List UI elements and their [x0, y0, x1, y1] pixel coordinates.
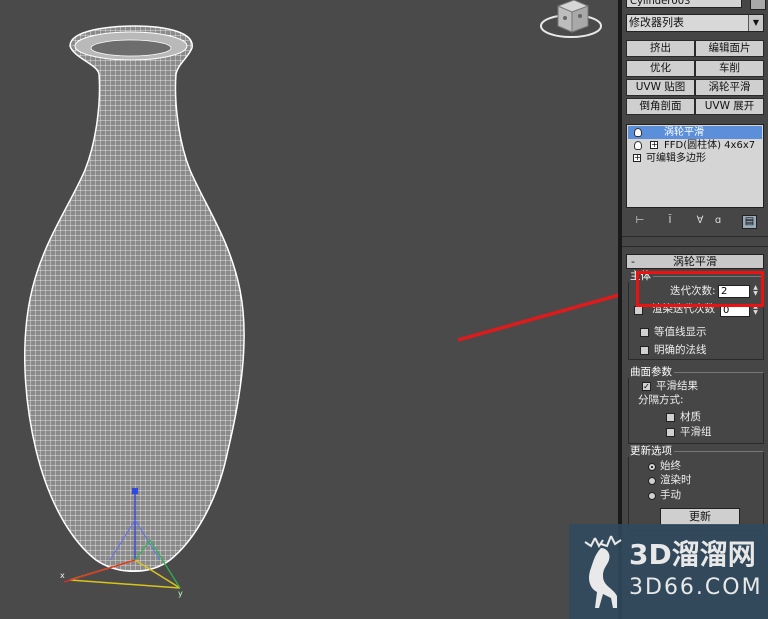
update-when-rendering-radio[interactable] [648, 477, 656, 485]
modifier-list-dropdown[interactable]: 修改器列表 ▼ [626, 14, 764, 32]
explicit-normals-checkbox[interactable] [640, 346, 649, 355]
materials-checkbox[interactable] [666, 413, 675, 422]
materials-label: 材质 [680, 411, 701, 423]
smooth-result-checkbox[interactable]: ✓ [642, 382, 651, 391]
configure-modifier-sets-icon[interactable]: ▤ [742, 215, 757, 229]
viewcube[interactable] [540, 0, 602, 38]
lightbulb-icon[interactable] [634, 141, 642, 150]
update-when-rendering-label: 渲染时 [660, 474, 692, 486]
stack-item-turbosmooth[interactable]: 涡轮平滑 [628, 126, 762, 139]
expand-plus-icon[interactable]: + [650, 141, 658, 149]
stack-item-label: 可编辑多边形 [646, 153, 706, 164]
pin-stack-icon[interactable]: ⊢ [632, 214, 648, 228]
make-unique-icon[interactable]: ∀ [692, 214, 708, 228]
divider [622, 246, 768, 247]
expand-plus-icon[interactable]: + [633, 154, 641, 162]
group-title-update: 更新选项 [628, 445, 674, 457]
update-manually-label: 手动 [660, 489, 681, 501]
explicit-normals-label: 明确的法线 [654, 344, 707, 356]
object-color-swatch[interactable] [750, 0, 766, 10]
update-always-label: 始终 [660, 460, 681, 472]
modifier-button-bevel-profile[interactable]: 倒角剖面 [626, 98, 695, 115]
modifier-button-unwrap-uvw[interactable]: UVW 展开 [695, 98, 764, 115]
group-title-surface: 曲面参数 [628, 366, 674, 378]
red-arrow-annotation [457, 293, 618, 342]
vase-wireframe[interactable]: x y [0, 0, 618, 619]
modifier-button-lathe[interactable]: 车削 [695, 60, 764, 77]
watermark-main-text: 3D溜溜网 [629, 538, 756, 571]
stack-item-ffd[interactable]: + FFD(圆柱体) 4x6x7 [628, 139, 762, 152]
modifier-button-turbosmooth[interactable]: 涡轮平滑 [695, 79, 764, 96]
remove-modifier-icon[interactable]: ɑ [710, 214, 726, 228]
isoline-display-checkbox[interactable] [640, 328, 649, 337]
watermark: 3D溜溜网 3D66.COM [569, 524, 768, 619]
watermark-sub-text: 3D66.COM [629, 575, 763, 600]
viewport-perspective[interactable]: x y [0, 0, 618, 619]
modifier-list-label: 修改器列表 [629, 16, 684, 29]
divider [622, 236, 768, 237]
modifier-button-uvw-map[interactable]: UVW 贴图 [626, 79, 695, 96]
stack-item-label: FFD(圆柱体) 4x6x7 [664, 140, 756, 151]
deer-logo-icon [584, 535, 622, 608]
stack-item-label: 涡轮平滑 [664, 127, 704, 138]
rollout-title: 涡轮平滑 [673, 255, 717, 268]
modifier-button-extrude[interactable]: 挤出 [626, 40, 695, 57]
smoothing-groups-checkbox[interactable] [666, 428, 675, 437]
update-always-radio[interactable] [648, 463, 656, 471]
modifier-stack[interactable]: 涡轮平滑 + FFD(圆柱体) 4x6x7 + 可编辑多边形 [626, 124, 764, 208]
separate-by-label: 分隔方式: [638, 394, 684, 406]
lightbulb-icon[interactable] [634, 128, 642, 137]
chevron-down-icon[interactable]: ▼ [748, 15, 763, 31]
update-manually-radio[interactable] [648, 492, 656, 500]
smooth-result-label: 平滑结果 [656, 380, 698, 392]
render-iters-checkbox[interactable] [634, 306, 643, 315]
object-name-field[interactable]: Cylinder003 [626, 0, 742, 8]
svg-text:x: x [60, 571, 65, 580]
smoothing-groups-label: 平滑组 [680, 426, 712, 438]
show-end-result-icon[interactable]: Ī [662, 214, 678, 228]
rollout-header-turbosmooth[interactable]: - 涡轮平滑 [626, 254, 764, 269]
collapse-minus-icon[interactable]: - [631, 255, 635, 268]
svg-text:y: y [178, 589, 183, 598]
stack-item-editable-poly[interactable]: + 可编辑多边形 [628, 152, 762, 165]
modifier-button-optimize[interactable]: 优化 [626, 60, 695, 77]
highlight-box-annotation [636, 271, 764, 307]
isoline-display-label: 等值线显示 [654, 326, 707, 338]
modifier-button-edit-patch[interactable]: 编辑面片 [695, 40, 764, 57]
